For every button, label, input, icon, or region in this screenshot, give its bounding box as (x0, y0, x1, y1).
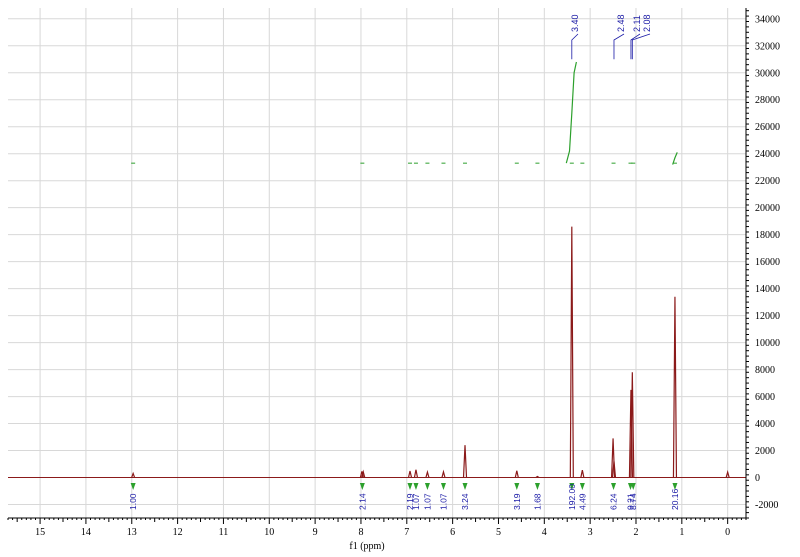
spectrum-peak (425, 469, 430, 478)
x-tick-label: 4 (542, 527, 547, 538)
integral-marker (413, 483, 419, 490)
integral-marker (534, 483, 540, 490)
integral-label: 1.68 (532, 493, 542, 510)
y-tick-label: 6000 (755, 392, 775, 403)
y-tick-label: -2000 (755, 500, 778, 511)
x-tick-label: 11 (219, 527, 229, 538)
spectrum-peak (580, 469, 585, 478)
x-tick-label: 10 (264, 527, 274, 538)
axes: 15 14 13 12 11 10 9 8 7 6 5 4 3 2 1 0-20000200040006000… (7, 8, 780, 538)
y-tick-label: 22000 (755, 176, 780, 187)
x-tick-label: 0 (725, 527, 730, 538)
integral-labels: 1.00 2.14 2.191.07 1.07 1.07 3.24 3.19 1.68 192.… (128, 483, 680, 510)
integral-step-main (565, 61, 577, 164)
y-tick-label: 4000 (755, 419, 775, 430)
x-tick-label: 5 (496, 527, 501, 538)
y-tick-label: 12000 (755, 311, 780, 322)
integral-marker (407, 483, 413, 490)
peak-label: 2.11 (632, 15, 642, 32)
x-tick-label: 2 (633, 527, 638, 538)
spectrum-peak (441, 469, 446, 478)
y-tick-label: 24000 (755, 149, 780, 160)
peak-labels: 3.40 2.48 2.11 2.08 (570, 14, 652, 60)
spectrum-peak (514, 470, 519, 478)
peak-connector (571, 33, 579, 60)
peak-label: 3.40 (570, 14, 580, 32)
peak-connector (613, 33, 625, 60)
integral-label: 1.07 (422, 493, 432, 510)
integral-curves (131, 61, 678, 165)
integral-marker (440, 483, 446, 490)
integral-marker (611, 483, 617, 490)
integral-label: 3.24 (460, 493, 470, 510)
y-tick-label: 26000 (755, 122, 780, 133)
integral-label: 8.74 (628, 493, 638, 510)
integral-marker (424, 483, 430, 490)
peak-label: 2.48 (616, 14, 626, 32)
x-tick-label: 12 (173, 527, 183, 538)
y-tick-label: 2000 (755, 446, 775, 457)
integral-label: 6.24 (609, 493, 619, 510)
x-tick-label: 9 (313, 527, 318, 538)
integral-label: 3.19 (512, 493, 522, 510)
spectrum-peak (462, 445, 468, 478)
y-tick-label: 8000 (755, 365, 775, 376)
y-tick-label: 32000 (755, 41, 780, 52)
y-tick-label: 34000 (755, 14, 780, 25)
y-tick-label: 0 (755, 473, 760, 484)
y-tick-label: 10000 (755, 338, 780, 349)
x-tick-label: 7 (404, 527, 409, 538)
grid-lines (8, 8, 746, 518)
integral-marker (462, 483, 468, 490)
x-tick-label: 1 (679, 527, 684, 538)
integral-label: 4.49 (577, 493, 587, 510)
y-tick-label: 20000 (755, 203, 780, 214)
integral-label: 192.00 (567, 484, 577, 510)
integral-label: 20.16 (670, 488, 680, 510)
integral-label: 1.07 (438, 493, 448, 510)
integral-marker (514, 483, 520, 490)
integral-label: 2.14 (357, 493, 367, 510)
y-tick-label: 28000 (755, 95, 780, 106)
spectrum-trace (8, 226, 746, 479)
spectrum-peak (569, 226, 574, 478)
integral-label: 1.07 (411, 493, 421, 510)
x-tick-label: 3 (588, 527, 593, 538)
x-tick-label: 14 (81, 527, 91, 538)
spectrum-peak (413, 469, 419, 478)
peak-label: 2.08 (642, 14, 652, 32)
y-tick-label: 18000 (755, 230, 780, 241)
x-tick-label: 6 (450, 527, 455, 538)
nmr-spectrum-chart: 3.40 2.48 2.11 2.08 1.00 2.14 2.191.07 1.07 1.0… (7, 8, 780, 552)
spectrum-peak (407, 470, 413, 478)
x-tick-label: 8 (358, 527, 363, 538)
y-tick-label: 14000 (755, 284, 780, 295)
integral-marker (579, 483, 585, 490)
integral-label: 1.00 (128, 493, 138, 510)
y-tick-label: 16000 (755, 257, 780, 268)
x-axis-label: f1 (ppm) (349, 541, 384, 552)
y-tick-label: 30000 (755, 68, 780, 79)
x-tick-label: 13 (127, 527, 137, 538)
x-tick-label: 15 (35, 527, 45, 538)
